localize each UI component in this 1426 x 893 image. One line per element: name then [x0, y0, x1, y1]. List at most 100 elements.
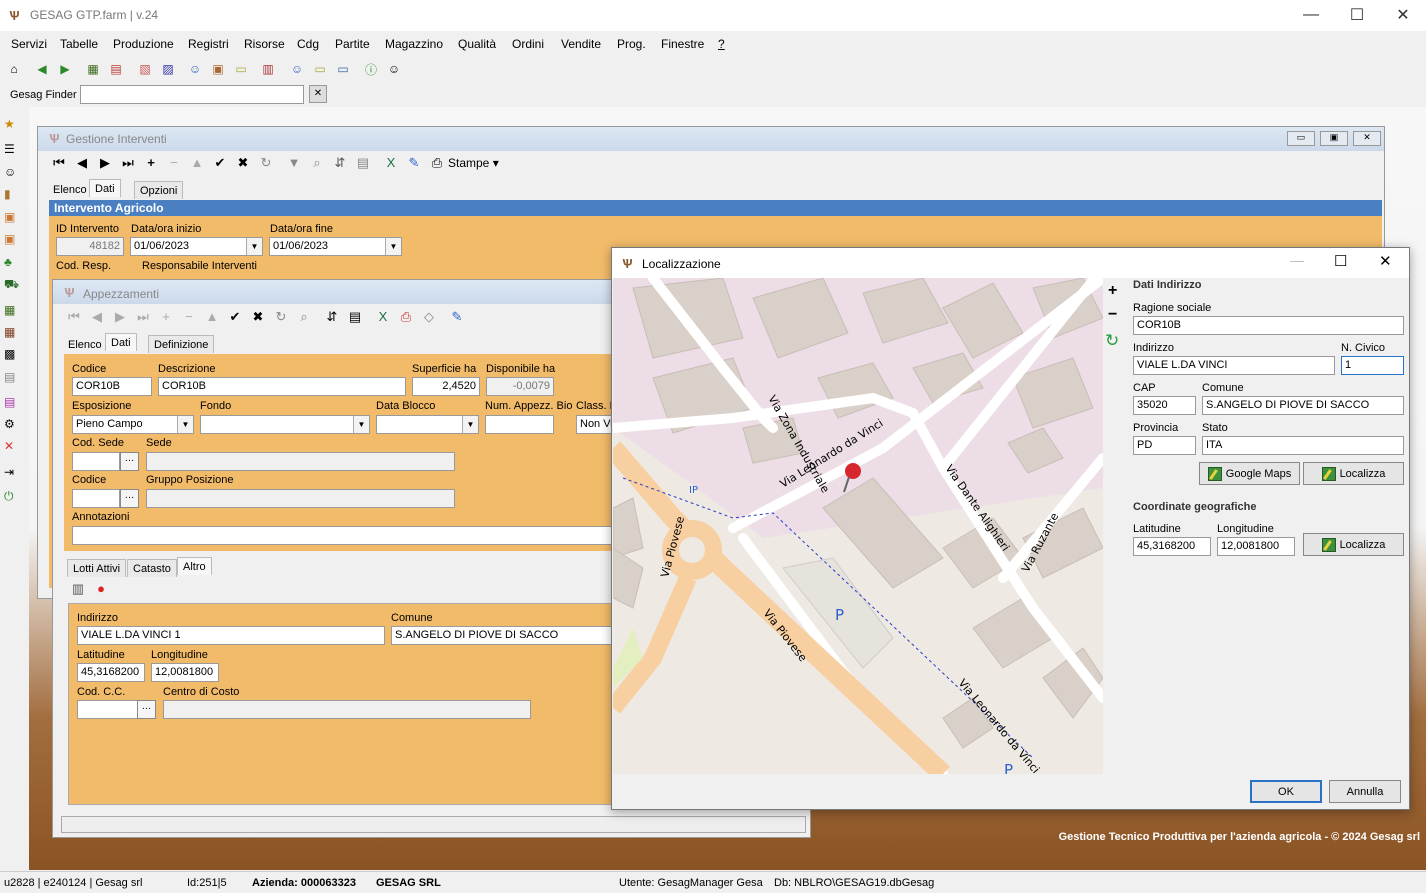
comune-field[interactable]: S.ANGELO DI PIOVE DI SACCO [391, 626, 619, 645]
indirizzo-field[interactable]: VIALE L.DA VINCI [1133, 356, 1335, 375]
info-icon[interactable]: ⓘ [361, 59, 381, 79]
excel-icon[interactable]: X [374, 308, 392, 326]
remove-icon[interactable]: − [165, 154, 183, 172]
zoom-out-icon[interactable]: − [1108, 306, 1117, 324]
menu-ordini[interactable]: Ordini [512, 37, 544, 51]
codice-field[interactable]: COR10B [72, 377, 152, 396]
latitudine-field[interactable]: 45,3168200 [1133, 537, 1211, 556]
prev-record-icon[interactable]: ◀ [88, 308, 106, 326]
edit-doc-icon[interactable]: ✎ [448, 308, 466, 326]
tab-opzioni[interactable]: Opzioni [134, 181, 184, 199]
loc-maximize-button[interactable]: ☐ [1334, 252, 1347, 270]
civico-field[interactable]: 1 [1341, 356, 1404, 375]
codsede-field[interactable] [72, 452, 120, 471]
import-icon[interactable]: ⇵ [331, 154, 349, 172]
up-icon[interactable]: ▲ [203, 308, 221, 326]
folder-icon[interactable]: ▭ [231, 59, 251, 79]
logout-icon[interactable]: ⇥ [4, 465, 24, 485]
checklist-icon[interactable]: ☰ [4, 142, 24, 162]
cap-field[interactable]: 35020 [1133, 396, 1196, 415]
provincia-field[interactable]: PD [1133, 436, 1196, 455]
menu-registri[interactable]: Registri [188, 37, 229, 51]
back-icon[interactable]: ◀ [32, 59, 52, 79]
confirm-icon[interactable]: ✔ [226, 308, 244, 326]
menu-partite[interactable]: Partite [335, 37, 370, 51]
bottle-icon[interactable]: ▮ [4, 187, 24, 207]
up-icon[interactable]: ▲ [188, 154, 206, 172]
search-icon[interactable]: ⌕ [295, 308, 313, 326]
cancel-icon[interactable]: ✖ [249, 308, 267, 326]
location-pin-icon[interactable]: ● [92, 580, 110, 598]
codcc-field[interactable] [77, 700, 139, 719]
loc-minimize-button[interactable]: — [1290, 252, 1304, 268]
menu-finestre[interactable]: Finestre [661, 37, 704, 51]
codice-pos-lookup-button[interactable]: … [120, 489, 139, 508]
stampe-menu[interactable]: Stampe ▾ [448, 156, 499, 170]
print-icon[interactable]: ⎙ [428, 154, 446, 172]
map-view[interactable]: Via Zona Industriale Via Leonardo da Vin… [613, 278, 1103, 774]
tab-dati[interactable]: Dati [89, 179, 121, 197]
menu-qualita[interactable]: Qualità [458, 37, 496, 51]
longitudine-field[interactable]: 12,0081800 [151, 663, 219, 682]
interventi-close-button[interactable]: ✕ [1353, 131, 1381, 146]
contacts-icon[interactable]: ☺ [287, 59, 307, 79]
annotazioni-field[interactable] [72, 526, 612, 545]
list-icon[interactable]: ▤ [4, 395, 24, 415]
map-icon[interactable]: ▥ [69, 580, 87, 598]
chart-icon[interactable]: ▥ [258, 59, 278, 79]
menu-help[interactable]: ? [718, 37, 725, 51]
codcc-lookup-button[interactable]: … [137, 700, 156, 719]
localizza-coords-button[interactable]: Localizza [1303, 533, 1404, 556]
zoom-in-icon[interactable]: + [1108, 282, 1117, 300]
chevron-down-icon[interactable]: ▼ [353, 416, 369, 433]
start-date-field[interactable]: 01/06/2023 ▼ [130, 237, 263, 256]
localizza-address-button[interactable]: Localizza [1303, 462, 1404, 485]
chevron-down-icon[interactable]: ▼ [385, 238, 401, 255]
person-icon[interactable]: ☺ [4, 165, 24, 185]
tab-elenco[interactable]: Elenco [48, 181, 92, 199]
menu-produzione[interactable]: Produzione [113, 37, 174, 51]
power-icon[interactable]: ⏻ [4, 489, 24, 509]
data-blocco-select[interactable]: ▼ [376, 415, 479, 434]
home-icon[interactable]: ⌂ [4, 59, 24, 79]
print-icon[interactable]: ⎙ [397, 308, 415, 326]
add-icon[interactable]: + [142, 154, 160, 172]
prev-record-icon[interactable]: ◀ [73, 154, 91, 172]
tab-definizione[interactable]: Definizione [148, 335, 215, 353]
excel-icon[interactable]: X [382, 154, 400, 172]
menu-servizi[interactable]: Servizi [11, 37, 47, 51]
menu-prog[interactable]: Prog. [617, 37, 646, 51]
settings-icon[interactable]: ⚙ [4, 417, 24, 437]
tab-lotti-attivi[interactable]: Lotti Attivi [67, 559, 127, 577]
add-icon[interactable]: + [157, 308, 175, 326]
reload-map-icon[interactable]: ↻ [1105, 331, 1119, 351]
search-icon[interactable]: ⌕ [308, 154, 326, 172]
cancel-icon[interactable]: ✖ [234, 154, 252, 172]
class-select[interactable]: Non Vu [576, 415, 616, 434]
ok-button[interactable]: OK [1250, 780, 1322, 803]
indirizzo-field[interactable]: VIALE L.DA VINCI 1 [77, 626, 385, 645]
google-maps-button[interactable]: Google Maps [1199, 462, 1300, 485]
remove-icon[interactable]: − [180, 308, 198, 326]
tag-icon[interactable]: ◇ [420, 308, 438, 326]
menu-vendite[interactable]: Vendite [561, 37, 601, 51]
first-record-icon[interactable]: ⏮ [65, 308, 83, 326]
table-icon[interactable]: ▤ [354, 154, 372, 172]
num-appezz-field[interactable] [485, 415, 554, 434]
map-grid-icon[interactable]: ▩ [4, 347, 24, 367]
window-icon[interactable]: ▭ [333, 59, 353, 79]
first-record-icon[interactable]: ⏮ [50, 154, 68, 172]
close-all-icon[interactable]: ✕ [4, 439, 24, 459]
box-add-icon[interactable]: ▣ [208, 59, 228, 79]
chevron-down-icon[interactable]: ▼ [177, 416, 193, 433]
user-icon[interactable]: ☺ [384, 59, 404, 79]
users-icon[interactable]: ☺ [185, 59, 205, 79]
comune-field[interactable]: S.ANGELO DI PIOVE DI SACCO [1202, 396, 1404, 415]
tab-dati[interactable]: Dati [105, 333, 137, 351]
last-record-icon[interactable]: ⏭ [134, 308, 152, 326]
codice-pos-field[interactable] [72, 489, 120, 508]
tab-elenco[interactable]: Elenco [63, 336, 107, 354]
package-icon[interactable]: ▣ [4, 210, 24, 230]
favorites-icon[interactable]: ★ [4, 117, 24, 137]
chevron-down-icon[interactable]: ▼ [462, 416, 478, 433]
